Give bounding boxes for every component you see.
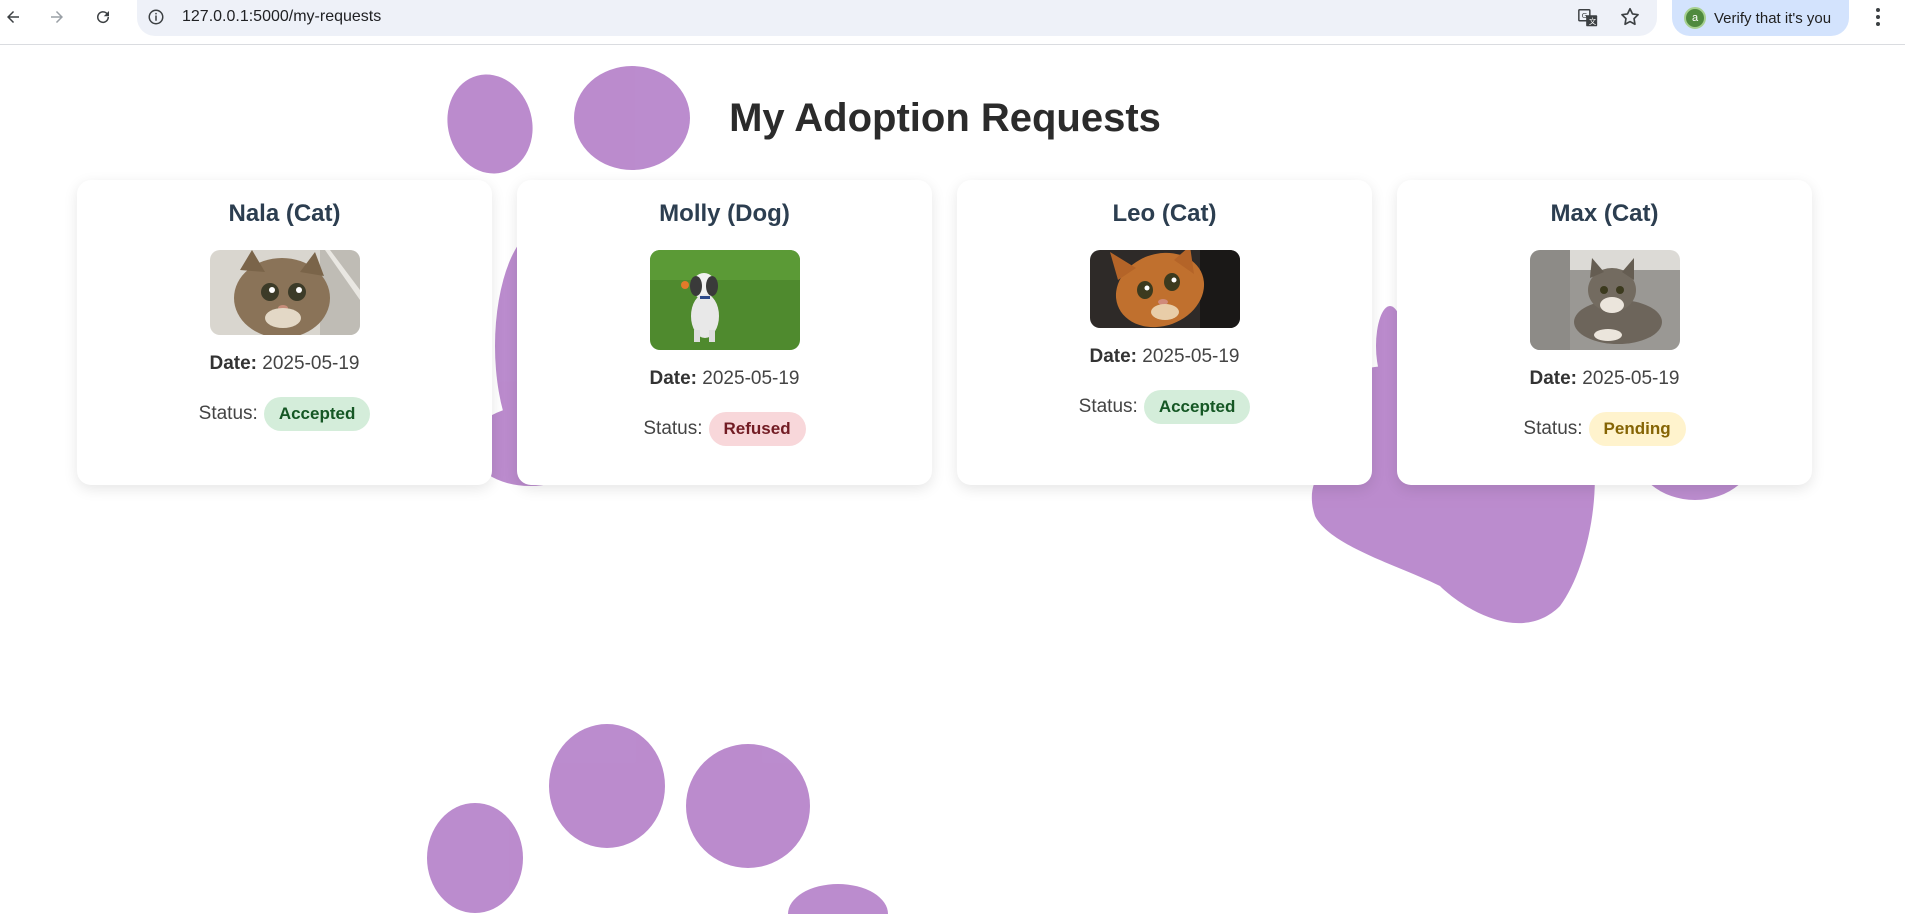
request-date: Date: 2025-05-19 — [650, 368, 800, 390]
status-line: Status: Pending — [1523, 412, 1686, 446]
request-date: Date: 2025-05-19 — [1530, 368, 1680, 390]
request-card-leo: Leo (Cat) Date: 2025-05-19 Status: Accep… — [957, 180, 1372, 485]
status-label: Status: — [1523, 418, 1583, 439]
pet-name: Nala (Cat) — [228, 200, 341, 227]
status-badge: Refused — [708, 412, 806, 446]
date-label: Date: — [209, 353, 258, 374]
svg-text:文: 文 — [1589, 17, 1597, 26]
pet-name: Max (Cat) — [1550, 200, 1659, 227]
status-line: Status: Accepted — [199, 397, 371, 431]
date-label: Date: — [1089, 346, 1138, 367]
pet-photo — [1089, 250, 1240, 328]
info-icon[interactable] — [147, 8, 165, 26]
star-icon[interactable] — [1619, 6, 1641, 28]
requests-list: Nala (Cat) Date: 2025-05-19 Status: Acce… — [77, 180, 1812, 485]
request-date: Date: 2025-05-19 — [210, 353, 360, 375]
request-card-molly: Molly (Dog) Date: 2025-05-19 Status: Ref… — [517, 180, 932, 485]
pet-name: Molly (Dog) — [659, 200, 790, 227]
date-value: 2025-05-19 — [262, 353, 360, 374]
pet-photo — [209, 250, 360, 335]
date-value: 2025-05-19 — [1142, 346, 1240, 367]
request-date: Date: 2025-05-19 — [1090, 346, 1240, 368]
translate-icon[interactable]: G文 — [1577, 7, 1599, 29]
status-badge: Accepted — [1143, 390, 1251, 424]
date-value: 2025-05-19 — [702, 368, 800, 389]
pet-photo — [649, 250, 800, 350]
profile-avatar-icon: a — [1684, 7, 1706, 29]
status-badge: Accepted — [263, 397, 371, 431]
browser-toolbar: 127.0.0.1:5000/my-requests G文 a Verify t… — [0, 0, 1905, 45]
verify-profile-button[interactable]: a Verify that it's you — [1672, 0, 1849, 36]
status-line: Status: Refused — [643, 412, 806, 446]
address-bar[interactable]: 127.0.0.1:5000/my-requests G文 — [137, 0, 1657, 36]
date-label: Date: — [649, 368, 698, 389]
page-title: My Adoption Requests — [729, 96, 1161, 140]
date-value: 2025-05-19 — [1582, 368, 1680, 389]
url-text[interactable]: 127.0.0.1:5000/my-requests — [182, 8, 381, 26]
reload-icon[interactable] — [90, 4, 116, 30]
menu-icon[interactable] — [1868, 4, 1888, 30]
verify-label: Verify that it's you — [1714, 9, 1832, 27]
page-body: My Adoption Requests Nala (Cat) Date: 20… — [0, 46, 1905, 914]
request-card-max: Max (Cat) Date: 2025-05-19 Status: Pendi… — [1397, 180, 1812, 485]
status-label: Status: — [1078, 396, 1138, 417]
back-icon[interactable] — [0, 4, 26, 30]
status-label: Status: — [643, 418, 703, 439]
pet-photo — [1529, 250, 1680, 350]
request-card-nala: Nala (Cat) Date: 2025-05-19 Status: Acce… — [77, 180, 492, 485]
pet-name: Leo (Cat) — [1112, 200, 1217, 227]
status-label: Status: — [198, 403, 258, 424]
forward-icon[interactable] — [44, 4, 70, 30]
date-label: Date: — [1529, 368, 1578, 389]
svg-text:G: G — [1582, 11, 1588, 20]
status-badge: Pending — [1588, 412, 1686, 446]
status-line: Status: Accepted — [1079, 390, 1251, 424]
